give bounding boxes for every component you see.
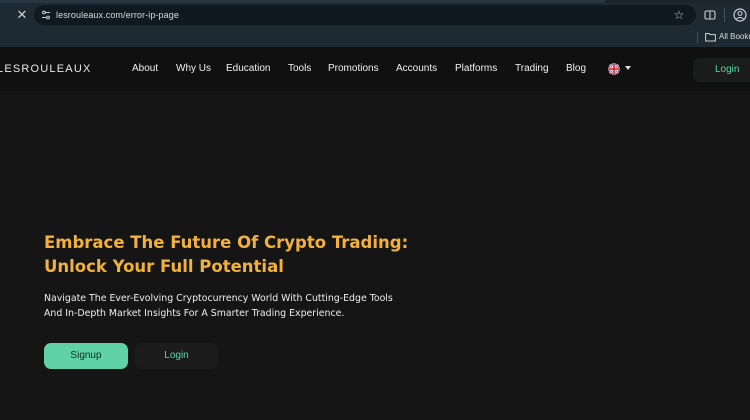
- back-arrow-icon[interactable]: ›: [0, 8, 8, 22]
- language-caret-icon[interactable]: [625, 66, 631, 70]
- signup-button[interactable]: Signup: [44, 343, 128, 369]
- hero-subtitle: Navigate The Ever-Evolving Cryptocurrenc…: [44, 291, 444, 321]
- uk-flag-icon[interactable]: [608, 63, 620, 75]
- nav-platforms[interactable]: Platforms: [455, 62, 497, 76]
- nav-promotions[interactable]: Promotions: [328, 62, 379, 76]
- nav-about[interactable]: About: [132, 62, 158, 76]
- address-bar[interactable]: lesrouleaux.com/error-ip-page ☆: [34, 5, 696, 25]
- star-icon[interactable]: ☆: [672, 7, 686, 23]
- active-tab[interactable]: [0, 0, 605, 3]
- extensions-icon[interactable]: [704, 9, 716, 21]
- hero-title-line-2: Unlock Your Full Potential: [44, 257, 284, 276]
- url-text[interactable]: lesrouleaux.com/error-ip-page: [56, 5, 179, 25]
- toolbar-divider: [724, 8, 725, 22]
- site-logo[interactable]: LESROULEAUX: [0, 62, 92, 76]
- hero-subtitle-line-2: And In-Depth Market Insights For A Smart…: [44, 308, 345, 319]
- hero-subtitle-line-1: Navigate The Ever-Evolving Cryptocurrenc…: [44, 293, 393, 304]
- nav-why-us[interactable]: Why Us: [176, 62, 211, 76]
- bookmarks-bar: All Bookm: [0, 28, 750, 47]
- site-header: LESROULEAUX About Why Us Education Tools…: [0, 47, 750, 91]
- nav-accounts[interactable]: Accounts: [396, 62, 437, 76]
- all-bookmarks-link[interactable]: All Bookm: [719, 31, 750, 43]
- browser-chrome: › ✕ lesrouleaux.com/error-ip-page ☆ All …: [0, 0, 750, 47]
- nav-trading[interactable]: Trading: [515, 62, 549, 76]
- nav-blog[interactable]: Blog: [566, 62, 586, 76]
- nav-education[interactable]: Education: [226, 62, 270, 76]
- nav-tools[interactable]: Tools: [288, 62, 311, 76]
- profile-icon[interactable]: [733, 8, 747, 22]
- hero-login-button[interactable]: Login: [135, 343, 218, 369]
- close-icon[interactable]: ✕: [15, 8, 29, 22]
- hero-title-line-1: Embrace The Future Of Crypto Trading:: [44, 233, 409, 252]
- bookmarks-divider: [697, 32, 698, 43]
- site-info-icon[interactable]: [40, 9, 52, 21]
- header-login-button[interactable]: Login: [693, 58, 750, 82]
- hero-title: Embrace The Future Of Crypto Trading: Un…: [44, 231, 464, 279]
- folder-icon[interactable]: [705, 32, 716, 42]
